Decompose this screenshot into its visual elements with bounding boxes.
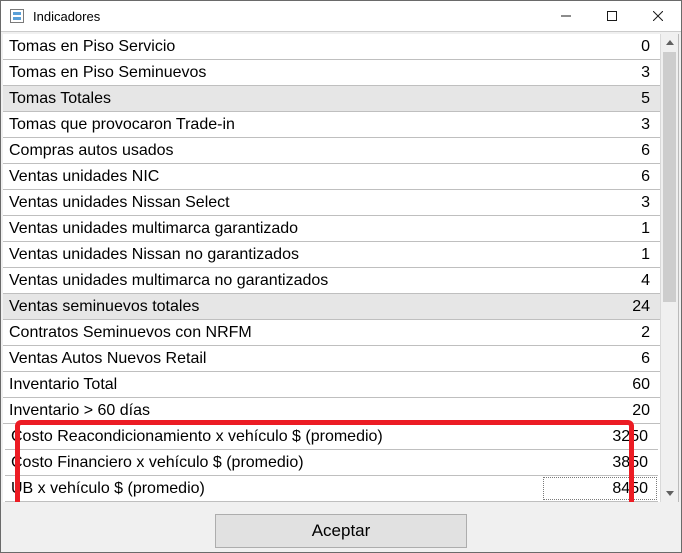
- app-icon: [7, 8, 27, 24]
- dialog-footer: Aceptar: [1, 504, 681, 552]
- close-button[interactable]: [635, 1, 681, 31]
- data-grid[interactable]: Tomas en Piso Servicio0Tomas en Piso Sem…: [3, 34, 660, 424]
- row-label: UB x vehículo $ (promedio): [5, 476, 542, 501]
- table-row[interactable]: Tomas en Piso Seminuevos3: [3, 60, 660, 86]
- scroll-down-button[interactable]: [661, 485, 678, 502]
- minimize-button[interactable]: [543, 1, 589, 31]
- table-row[interactable]: Ventas unidades Nissan no garantizados1: [3, 242, 660, 268]
- table-row[interactable]: Ventas unidades NIC6: [3, 164, 660, 190]
- table-row[interactable]: Compras autos usados6: [3, 138, 660, 164]
- row-label: Tomas en Piso Servicio: [3, 34, 544, 59]
- row-value[interactable]: 4: [544, 268, 660, 293]
- table-row[interactable]: Tomas que provocaron Trade-in3: [3, 112, 660, 138]
- table-row[interactable]: UB x vehículo $ (promedio)8450: [5, 476, 658, 502]
- row-label: Tomas que provocaron Trade-in: [3, 112, 544, 137]
- row-value[interactable]: 3: [544, 190, 660, 215]
- row-label: Inventario Total: [3, 372, 544, 397]
- row-label: Ventas unidades multimarca no garantizad…: [3, 268, 544, 293]
- row-value[interactable]: 6: [544, 164, 660, 189]
- table-row[interactable]: Contratos Seminuevos con NRFM2: [3, 320, 660, 346]
- row-label: Inventario > 60 días: [3, 398, 544, 423]
- row-value[interactable]: 3: [544, 60, 660, 85]
- row-value[interactable]: 24: [544, 294, 660, 319]
- table-row[interactable]: Ventas unidades multimarca no garantizad…: [3, 268, 660, 294]
- highlighted-section: Costo Reacondicionamiento x vehículo $ (…: [5, 424, 658, 502]
- vertical-scrollbar[interactable]: [660, 34, 678, 502]
- table-row[interactable]: Costo Reacondicionamiento x vehículo $ (…: [5, 424, 658, 450]
- row-label: Ventas unidades Nissan no garantizados: [3, 242, 544, 267]
- row-label: Tomas Totales: [3, 86, 544, 111]
- accept-button[interactable]: Aceptar: [215, 514, 467, 548]
- maximize-button[interactable]: [589, 1, 635, 31]
- row-value[interactable]: 0: [544, 34, 660, 59]
- row-label: Costo Financiero x vehículo $ (promedio): [5, 450, 542, 475]
- table-row[interactable]: Tomas Totales5: [3, 86, 660, 112]
- scroll-thumb[interactable]: [663, 52, 676, 302]
- row-value[interactable]: 3250: [542, 424, 658, 449]
- accept-button-label: Aceptar: [312, 521, 371, 541]
- row-label: Costo Reacondicionamiento x vehículo $ (…: [5, 424, 542, 449]
- row-label: Ventas Autos Nuevos Retail: [3, 346, 544, 371]
- row-value[interactable]: 6: [544, 346, 660, 371]
- row-value[interactable]: 3850: [542, 450, 658, 475]
- row-value[interactable]: 6: [544, 138, 660, 163]
- row-label: Ventas unidades NIC: [3, 164, 544, 189]
- row-label: Tomas en Piso Seminuevos: [3, 60, 544, 85]
- row-value[interactable]: 1: [544, 216, 660, 241]
- row-value[interactable]: 2: [544, 320, 660, 345]
- row-label: Compras autos usados: [3, 138, 544, 163]
- table-row[interactable]: Ventas unidades multimarca garantizado1: [3, 216, 660, 242]
- table-row[interactable]: Ventas seminuevos totales24: [3, 294, 660, 320]
- window-title: Indicadores: [33, 9, 543, 24]
- window-frame: Indicadores Tomas en Piso Servicio0Tomas…: [0, 0, 682, 553]
- row-value[interactable]: 8450: [542, 476, 658, 501]
- row-value[interactable]: 5: [544, 86, 660, 111]
- row-value[interactable]: 1: [544, 242, 660, 267]
- table-row[interactable]: Inventario Total60: [3, 372, 660, 398]
- row-value[interactable]: 20: [544, 398, 660, 423]
- row-value[interactable]: 60: [544, 372, 660, 397]
- row-label: Contratos Seminuevos con NRFM: [3, 320, 544, 345]
- row-label: Ventas unidades Nissan Select: [3, 190, 544, 215]
- client-area: Tomas en Piso Servicio0Tomas en Piso Sem…: [1, 32, 681, 552]
- table-row[interactable]: Inventario > 60 días20: [3, 398, 660, 424]
- row-label: Ventas seminuevos totales: [3, 294, 544, 319]
- table-row[interactable]: Ventas unidades Nissan Select3: [3, 190, 660, 216]
- scroll-up-button[interactable]: [661, 34, 678, 51]
- titlebar[interactable]: Indicadores: [1, 1, 681, 32]
- data-grid-container: Tomas en Piso Servicio0Tomas en Piso Sem…: [3, 34, 679, 502]
- row-label: Ventas unidades multimarca garantizado: [3, 216, 544, 241]
- table-row[interactable]: Tomas en Piso Servicio0: [3, 34, 660, 60]
- table-row[interactable]: Costo Financiero x vehículo $ (promedio)…: [5, 450, 658, 476]
- highlighted-rows[interactable]: Costo Reacondicionamiento x vehículo $ (…: [5, 424, 658, 502]
- row-value[interactable]: 3: [544, 112, 660, 137]
- table-row[interactable]: Ventas Autos Nuevos Retail6: [3, 346, 660, 372]
- data-grid-viewport: Tomas en Piso Servicio0Tomas en Piso Sem…: [3, 34, 660, 502]
